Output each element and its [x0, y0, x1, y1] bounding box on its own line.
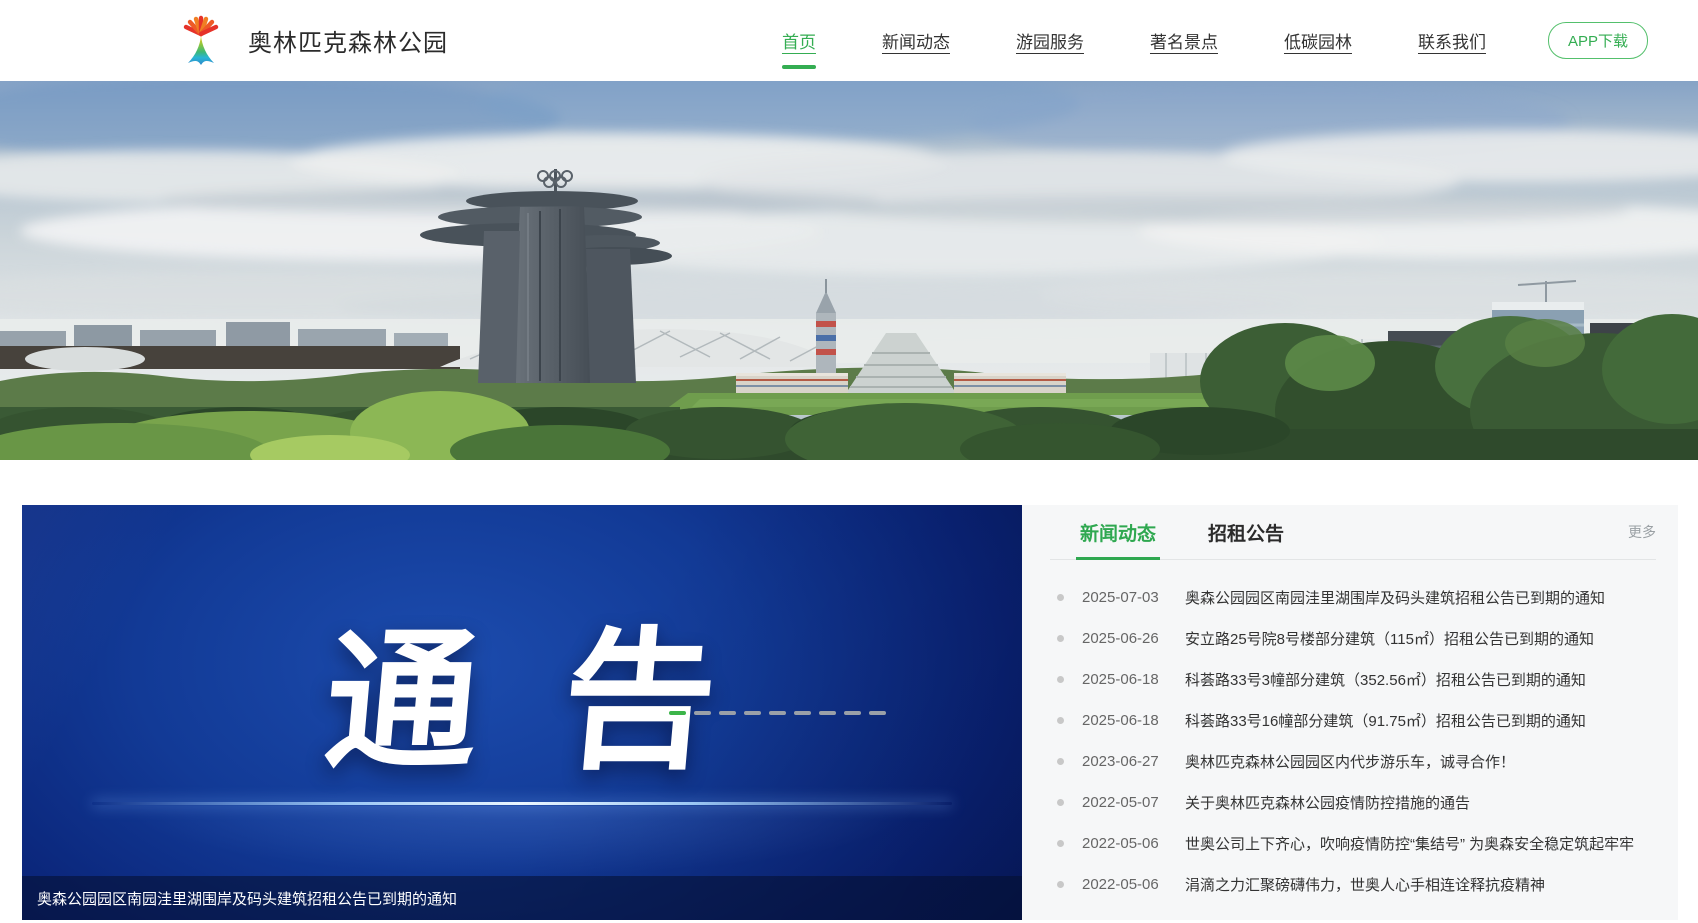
bullet-icon — [1057, 758, 1064, 765]
bullet-icon — [1057, 635, 1064, 642]
slide-headline: 通告 — [233, 578, 811, 798]
carousel-indicator[interactable] — [794, 711, 811, 715]
news-item-title[interactable]: 安立路25号院8号楼部分建筑（115㎡）招租公告已到期的通知 — [1185, 628, 1594, 649]
notice-carousel-slide[interactable]: 通告 奥森公园园区南园洼里湖围岸及码头建筑招租公告已到期的通知 — [22, 505, 1022, 920]
news-panel: 新闻动态 招租公告 更多 2025-07-03 奥森公园园区南园洼里湖围岸及码头… — [1022, 505, 1678, 920]
nav-item-news[interactable]: 新闻动态 — [882, 28, 950, 53]
tab-news[interactable]: 新闻动态 — [1080, 505, 1156, 559]
hero-photo — [0, 81, 1698, 460]
lawn-stripe — [692, 399, 1290, 407]
news-item[interactable]: 2025-06-18 科荟路33号16幢部分建筑（91.75㎡）招租公告已到期的… — [1050, 700, 1656, 741]
nav-item-home[interactable]: 首页 — [782, 28, 816, 53]
carousel-indicator[interactable] — [744, 711, 761, 715]
news-item-date: 2025-06-18 — [1082, 712, 1167, 729]
news-item-title[interactable]: 关于奥林匹克森林公园疫情防控措施的通告 — [1185, 792, 1470, 813]
slide-glow-line — [92, 802, 952, 805]
site-header: 奥林匹克森林公园 首页 新闻动态 游园服务 著名景点 低碳园林 联系我们 APP… — [0, 0, 1698, 81]
news-item-date: 2022-05-06 — [1082, 876, 1167, 893]
main-nav: 首页 新闻动态 游园服务 著名景点 低碳园林 联系我们 — [782, 28, 1486, 53]
bullet-icon — [1057, 881, 1064, 888]
news-item[interactable]: 2025-06-26 安立路25号院8号楼部分建筑（115㎡）招租公告已到期的通… — [1050, 618, 1656, 659]
main-section: 通告 奥森公园园区南园洼里湖围岸及码头建筑招租公告已到期的通知 新闻动态 招租公… — [22, 505, 1678, 920]
park-fountain-logo-icon — [178, 15, 224, 67]
news-item-date: 2022-05-07 — [1082, 794, 1167, 811]
more-link[interactable]: 更多 — [1628, 522, 1656, 542]
carousel-indicator[interactable] — [694, 711, 711, 715]
news-item[interactable]: 2022-05-06 世奥公司上下齐心，吹响疫情防控“集结号” 为奥森安全稳定筑… — [1050, 823, 1656, 864]
news-item-date: 2022-05-06 — [1082, 835, 1167, 852]
slide-reflection — [122, 806, 922, 876]
nav-item-contact[interactable]: 联系我们 — [1418, 28, 1486, 53]
logo-link[interactable]: 奥林匹克森林公园 — [178, 15, 448, 67]
app-download-button[interactable]: APP下载 — [1548, 22, 1648, 59]
nav-item-attractions[interactable]: 著名景点 — [1150, 28, 1218, 53]
bullet-icon — [1057, 840, 1064, 847]
carousel-caption[interactable]: 奥森公园园区南园洼里湖围岸及码头建筑招租公告已到期的通知 — [37, 888, 457, 909]
carousel-caption-bar: 奥森公园园区南园洼里湖围岸及码头建筑招租公告已到期的通知 — [22, 876, 1022, 920]
news-item-date: 2025-06-18 — [1082, 671, 1167, 688]
news-tabs: 新闻动态 招租公告 更多 — [1050, 505, 1656, 560]
news-item[interactable]: 2022-05-07 关于奥林匹克森林公园疫情防控措施的通告 — [1050, 782, 1656, 823]
bullet-icon — [1057, 799, 1064, 806]
carousel-indicator[interactable] — [669, 711, 686, 715]
news-item-title[interactable]: 科荟路33号3幢部分建筑（352.56㎡）招租公告已到期的通知 — [1185, 669, 1586, 690]
news-item-title[interactable]: 涓滴之力汇聚磅礴伟力，世奥人心手相连诠释抗疫精神 — [1185, 874, 1545, 895]
carousel-indicator[interactable] — [819, 711, 836, 715]
news-item-title[interactable]: 奥林匹克森林公园园区内代步游乐车，诚寻合作！ — [1185, 751, 1515, 772]
news-item[interactable]: 2022-05-06 涓滴之力汇聚磅礴伟力，世奥人心手相连诠释抗疫精神 — [1050, 864, 1656, 905]
bullet-icon — [1057, 594, 1064, 601]
carousel-indicator[interactable] — [769, 711, 786, 715]
news-item-title[interactable]: 奥森公园园区南园洼里湖围岸及码头建筑招租公告已到期的通知 — [1185, 587, 1605, 608]
news-item-date: 2025-07-03 — [1082, 589, 1167, 606]
news-item-title[interactable]: 科荟路33号16幢部分建筑（91.75㎡）招租公告已到期的通知 — [1185, 710, 1586, 731]
news-list: 2025-07-03 奥森公园园区南园洼里湖围岸及码头建筑招租公告已到期的通知 … — [1050, 560, 1656, 905]
carousel-indicator[interactable] — [869, 711, 886, 715]
site-title: 奥林匹克森林公园 — [248, 23, 448, 58]
news-item-date: 2023-06-27 — [1082, 753, 1167, 770]
carousel-indicators — [669, 711, 886, 715]
news-item[interactable]: 2023-06-27 奥林匹克森林公园园区内代步游乐车，诚寻合作！ — [1050, 741, 1656, 782]
bullet-icon — [1057, 676, 1064, 683]
news-item[interactable]: 2025-07-03 奥森公园园区南园洼里湖围岸及码头建筑招租公告已到期的通知 — [1050, 577, 1656, 618]
carousel-indicator[interactable] — [844, 711, 861, 715]
tab-rental-notices[interactable]: 招租公告 — [1208, 505, 1284, 559]
clouds — [0, 130, 1698, 327]
carousel-indicator[interactable] — [719, 711, 736, 715]
news-item[interactable]: 2025-06-18 科荟路33号3幢部分建筑（352.56㎡）招租公告已到期的… — [1050, 659, 1656, 700]
nav-item-lowcarbon[interactable]: 低碳园林 — [1284, 28, 1352, 53]
news-item-date: 2025-06-26 — [1082, 630, 1167, 647]
nav-item-services[interactable]: 游园服务 — [1016, 28, 1084, 53]
bullet-icon — [1057, 717, 1064, 724]
news-item-title[interactable]: 世奥公司上下齐心，吹响疫情防控“集结号” 为奥森安全稳定筑起牢牢 — [1185, 833, 1634, 854]
